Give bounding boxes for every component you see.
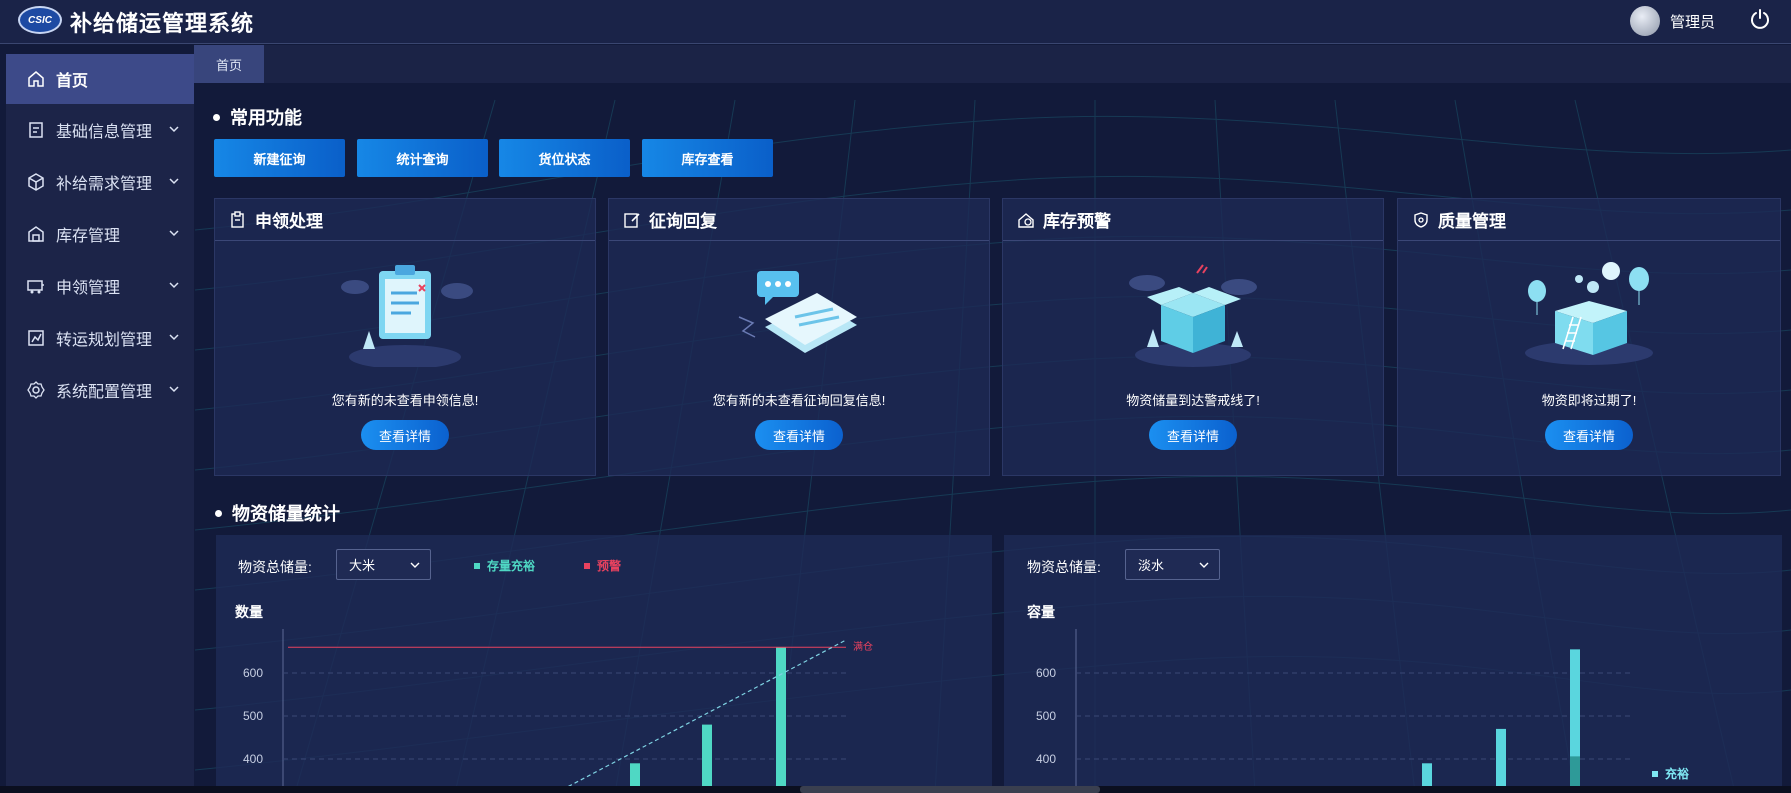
route-icon: [28, 330, 44, 346]
sidebar-item-home[interactable]: 首页: [6, 54, 194, 104]
sidebar-item-inventory[interactable]: 库存管理: [6, 208, 194, 260]
view-details-button[interactable]: 查看详情: [755, 420, 843, 450]
view-details-button[interactable]: 查看详情: [1149, 420, 1237, 450]
sidebar-item-label: 补给需求管理: [56, 176, 153, 193]
bullet-dot: [215, 509, 222, 517]
breadcrumb: 首页: [194, 45, 1791, 83]
view-details-button[interactable]: 查看详情: [1545, 420, 1633, 450]
open-box-illustration: [1129, 264, 1257, 367]
card-title: 征询回复: [649, 212, 717, 231]
view-details-button[interactable]: 查看详情: [361, 420, 449, 450]
bar-chart-right: 400 500 600: [1036, 629, 1634, 793]
vehicle-icon: [27, 280, 44, 294]
y-tick-label: 500: [1036, 709, 1056, 723]
chat-phone-illustration: [738, 271, 857, 353]
top-header: CSIC 补给储运管理系统 管理员: [0, 0, 1791, 44]
scrollbar-thumb[interactable]: [800, 786, 1100, 793]
chart-bar: [776, 647, 786, 793]
app-root: CSIC 补给储运管理系统 管理员 首页 基础信息管理 补给需求管理 库存管理 …: [0, 0, 1791, 793]
home-icon: [28, 71, 44, 87]
sidebar-item-label: 库存管理: [56, 228, 121, 245]
sidebar-item-basic-info[interactable]: 基础信息管理: [6, 104, 194, 156]
section-title-text: 常用功能: [230, 108, 302, 128]
sidebar-nav: 首页 基础信息管理 补给需求管理 库存管理 申领管理 转运规划管理 系统配置管理: [6, 54, 194, 793]
sidebar-item-transport-planning[interactable]: 转运规划管理: [6, 312, 194, 364]
sidebar-item-supply-demand[interactable]: 补给需求管理: [6, 156, 194, 208]
chevron-down-icon: [169, 126, 179, 133]
chart-panel-right: 物资总储量: 淡水 容量 充裕 400 500 600: [1004, 535, 1782, 793]
sidebar-item-label: 基础信息管理: [56, 124, 153, 141]
section-title-storage: 物资储量统计: [215, 500, 340, 526]
card-title: 质量管理: [1438, 212, 1506, 231]
section-title-quick: 常用功能: [213, 104, 302, 130]
y-tick-label: 400: [1036, 752, 1056, 766]
card-title: 申领处理: [255, 212, 323, 231]
chevron-down-icon: [169, 282, 179, 289]
stats-query-button[interactable]: 统计查询: [357, 139, 488, 177]
sidebar-item-requisition[interactable]: 申领管理: [6, 260, 194, 312]
user-name[interactable]: 管理员: [1670, 11, 1715, 32]
chart-bar: [1496, 728, 1506, 793]
new-inquiry-button[interactable]: 新建征询: [214, 139, 345, 177]
avatar[interactable]: [1629, 6, 1660, 36]
card-message: 您有新的未查看征询回复信息!: [712, 393, 886, 408]
card-header: 库存预警: [1003, 199, 1383, 241]
card-quality-management: 质量管理 物资即将过期了! 查看详情: [1397, 198, 1781, 476]
bar-chart-left: 400 500 600 满仓: [243, 629, 873, 793]
gear-icon: [27, 381, 45, 399]
card-requisition: 申领处理 您有新的未查看申领信息! 查看详情: [214, 198, 596, 476]
sidebar-item-label: 首页: [56, 73, 89, 90]
card-inventory-warning: 库存预警 物资储量到达警戒线了! 查看详情: [1002, 198, 1384, 476]
sidebar-item-system-config[interactable]: 系统配置管理: [6, 364, 194, 416]
chart-bar: [702, 724, 712, 793]
chevron-down-icon: [169, 386, 179, 393]
chevron-down-icon: [169, 230, 179, 237]
user-menu[interactable]: 管理员: [1629, 6, 1715, 36]
document-icon: [29, 122, 43, 138]
section-title-text: 物资储量统计: [232, 504, 340, 524]
breadcrumb-tab-home[interactable]: 首页: [194, 45, 264, 83]
card-message: 物资即将过期了!: [1541, 393, 1637, 408]
y-tick-label: 600: [243, 666, 263, 680]
card-message: 您有新的未查看申领信息!: [331, 393, 479, 408]
chart-panel-left: 物资总储量: 大米 存量充裕 预警 数量 400 500 600 满仓: [216, 535, 992, 793]
y-tick-label: 500: [243, 709, 263, 723]
card-header: 申领处理: [215, 199, 595, 241]
card-inquiry-reply: 征询回复 您有新的未查看征询回复信息! 查看详情: [608, 198, 990, 476]
bullet-dot: [213, 113, 220, 121]
y-tick-label: 600: [1036, 666, 1056, 680]
card-header: 质量管理: [1398, 199, 1780, 241]
clipboard-icon: [231, 210, 244, 228]
warning-home-icon: [1018, 212, 1034, 228]
warehouse-icon: [28, 226, 44, 242]
location-status-button[interactable]: 货位状态: [499, 139, 630, 177]
full-warehouse-label: 满仓: [853, 640, 873, 653]
csic-logo: CSIC: [18, 6, 62, 34]
sidebar-item-label: 系统配置管理: [56, 384, 153, 401]
clipboard-illustration: [341, 265, 473, 367]
cube-icon: [28, 173, 44, 191]
y-tick-label: 400: [243, 752, 263, 766]
sidebar-item-label: 转运规划管理: [56, 332, 153, 349]
chevron-down-icon: [169, 334, 179, 341]
card-message: 物资储量到达警戒线了!: [1126, 393, 1260, 408]
edit-icon: [624, 212, 640, 228]
card-header: 征询回复: [609, 199, 989, 241]
card-title: 库存预警: [1043, 212, 1111, 231]
inventory-view-button[interactable]: 库存查看: [642, 139, 773, 177]
sidebar-item-label: 申领管理: [56, 280, 121, 297]
power-icon[interactable]: [1749, 8, 1771, 30]
shield-icon: [1414, 211, 1428, 228]
app-title: 补给储运管理系统: [70, 11, 255, 36]
balloon-box-illustration: [1525, 262, 1653, 365]
chevron-down-icon: [169, 178, 179, 185]
